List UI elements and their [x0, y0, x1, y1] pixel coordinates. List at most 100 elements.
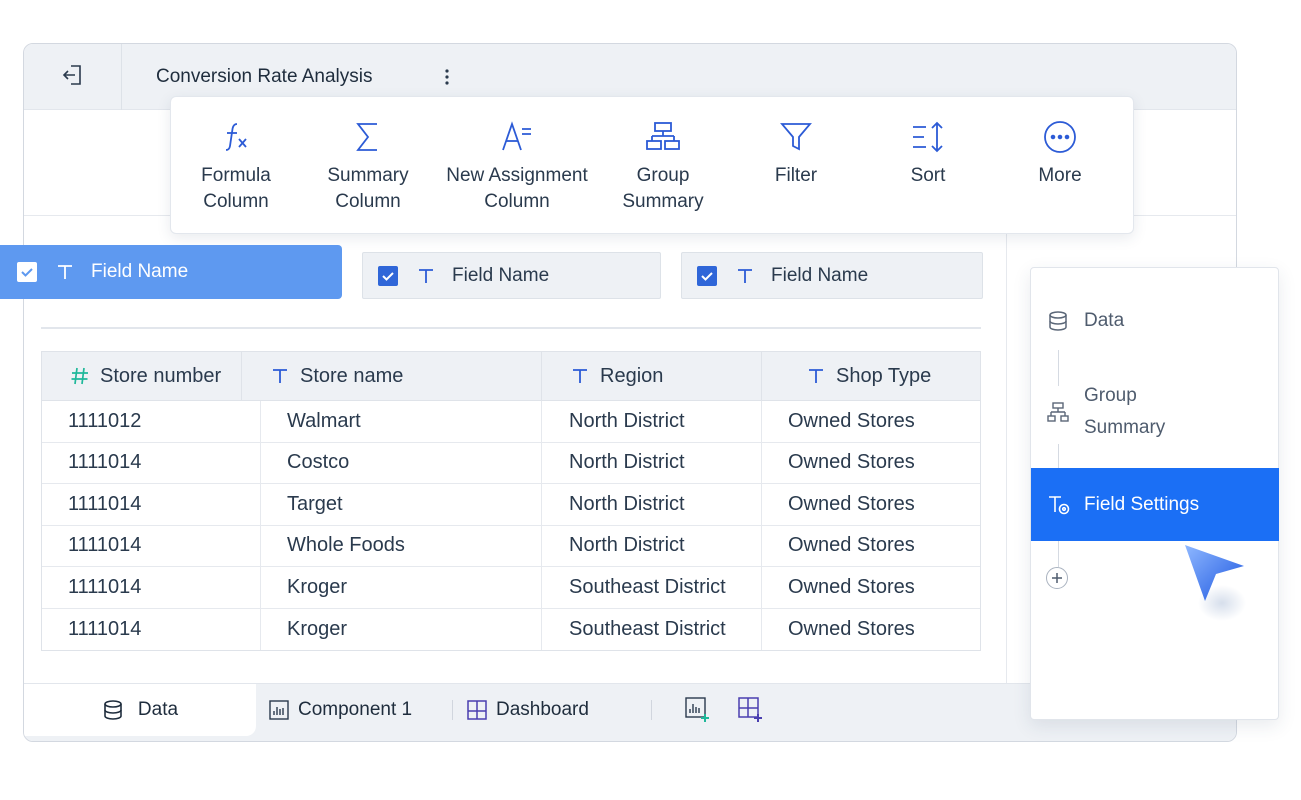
data-table: Store number Store name Region Shop Type…: [41, 351, 981, 651]
step-label: Group Summary: [1084, 385, 1166, 438]
tab-separator: [452, 700, 453, 720]
text-type-icon: [55, 262, 75, 282]
cell-shop-type: Owned Stores: [788, 617, 915, 640]
header-label: Store name: [300, 364, 404, 387]
table-header: Store number Store name Region Shop Type: [42, 352, 980, 401]
new-assignment-column-button[interactable]: New Assignment Column: [432, 119, 602, 215]
step-label: Field Settings: [1084, 493, 1200, 515]
check-icon: [701, 271, 713, 281]
cell-store-number: 1111014: [42, 567, 261, 608]
tab-label: Component 1: [298, 699, 413, 720]
text-type-icon: [735, 266, 755, 286]
column-header-store-name[interactable]: Store name: [242, 352, 542, 400]
text-icon: [570, 366, 590, 386]
text-icon: [270, 366, 290, 386]
tool-label: New Assignment Column: [446, 165, 588, 212]
cell-shop-type: Owned Stores: [788, 534, 915, 557]
column-header-shop-type[interactable]: Shop Type: [762, 352, 980, 400]
step-field-settings[interactable]: Field Settings: [1031, 468, 1279, 541]
plus-icon: [1052, 573, 1062, 583]
cell-store-name: Target: [261, 484, 542, 525]
more-button[interactable]: More: [975, 119, 1145, 189]
pointer-cursor-icon: [1185, 545, 1246, 621]
cell-store-number: 1111014: [42, 608, 261, 650]
sort-icon: [913, 121, 943, 153]
tab-separator: [651, 700, 652, 720]
cell-region: North District: [542, 401, 762, 442]
cell-region: North District: [542, 525, 762, 566]
tab-label: Dashboard: [496, 699, 589, 720]
steps-panel: Data Group Summary Field Settings: [1030, 267, 1279, 720]
cell-shop-type: Owned Stores: [788, 492, 915, 515]
table-row[interactable]: 1111014 Kroger Southeast District Owned …: [42, 608, 980, 650]
table-row[interactable]: 1111012 Walmart North District Owned Sto…: [42, 401, 980, 443]
divider: [1006, 216, 1007, 686]
chart-icon: [269, 700, 289, 720]
field-checkbox[interactable]: [378, 265, 398, 286]
table-row[interactable]: 1111014 Costco North District Owned Stor…: [42, 442, 980, 484]
exit-button[interactable]: [24, 44, 122, 110]
add-dashboard-button[interactable]: [736, 695, 766, 725]
header-label: Region: [600, 364, 664, 387]
cell-store-name: Whole Foods: [261, 525, 542, 566]
tab-label: Data: [137, 699, 179, 720]
check-icon: [382, 271, 394, 281]
operation-toolbar: Formula Column Summary Column New Assign…: [170, 96, 1134, 234]
step-group-summary[interactable]: Group Summary: [1031, 380, 1279, 444]
database-icon: [1047, 310, 1069, 332]
add-step-button[interactable]: [1046, 567, 1068, 589]
formula-icon: [225, 123, 247, 151]
cell-region: Southeast District: [542, 567, 762, 608]
header-label: Shop Type: [836, 364, 932, 387]
cell-region: North District: [542, 484, 762, 525]
cell-shop-type: Owned Stores: [788, 575, 915, 598]
cell-store-name: Kroger: [261, 608, 542, 650]
column-header-store-number[interactable]: Store number: [42, 352, 242, 400]
cell-store-name: Costco: [261, 442, 542, 483]
field-chip[interactable]: Field Name: [362, 252, 661, 299]
field-checkbox[interactable]: [17, 262, 37, 282]
cell-shop-type: Owned Stores: [788, 451, 915, 474]
field-label: Field Name: [452, 264, 550, 286]
step-data[interactable]: Data: [1031, 302, 1279, 340]
dashboard-icon: [467, 700, 487, 720]
table-row[interactable]: 1111014 Kroger Southeast District Owned …: [42, 567, 980, 609]
divider: [41, 327, 981, 329]
field-label: Field Name: [771, 264, 869, 286]
check-icon: [21, 268, 33, 277]
kebab-icon: [445, 69, 449, 85]
tab-dashboard[interactable]: Dashboard: [466, 696, 589, 724]
exit-icon: [61, 63, 85, 92]
cell-store-name: Kroger: [261, 567, 542, 608]
hierarchy-icon: [646, 122, 680, 150]
step-connector: [1058, 541, 1059, 567]
text-type-icon: [416, 266, 436, 286]
field-checkbox[interactable]: [697, 265, 717, 286]
tab-component-1[interactable]: Component 1: [268, 696, 412, 724]
more-icon: [1044, 121, 1076, 153]
cell-store-number: 1111012: [42, 401, 261, 442]
filter-icon: [780, 123, 812, 151]
database-icon: [104, 700, 122, 720]
cell-shop-type: Owned Stores: [788, 409, 915, 432]
tool-label: More: [1038, 165, 1082, 186]
text-icon: [806, 366, 826, 386]
step-connector: [1058, 444, 1059, 468]
table-row[interactable]: 1111014 Whole Foods North District Owned…: [42, 525, 980, 567]
field-label: Field Name: [91, 261, 189, 282]
field-settings-icon: [1047, 493, 1071, 517]
field-chip[interactable]: Field Name: [681, 252, 983, 299]
sigma-icon: [356, 123, 377, 151]
hierarchy-icon: [1047, 401, 1069, 423]
add-dashboard-icon: [738, 697, 762, 722]
column-header-region[interactable]: Region: [542, 352, 762, 400]
field-chip-selected[interactable]: Field Name: [0, 245, 342, 299]
table-row[interactable]: 1111014 Target North District Owned Stor…: [42, 484, 980, 526]
add-component-button[interactable]: [683, 695, 713, 725]
step-label: Data: [1084, 310, 1125, 331]
tab-data[interactable]: Data: [24, 684, 256, 736]
more-options-button[interactable]: [438, 66, 456, 88]
summary-column-button[interactable]: Summary Column: [283, 119, 453, 215]
add-chart-icon: [685, 697, 709, 722]
header-label: Store number: [100, 364, 222, 387]
